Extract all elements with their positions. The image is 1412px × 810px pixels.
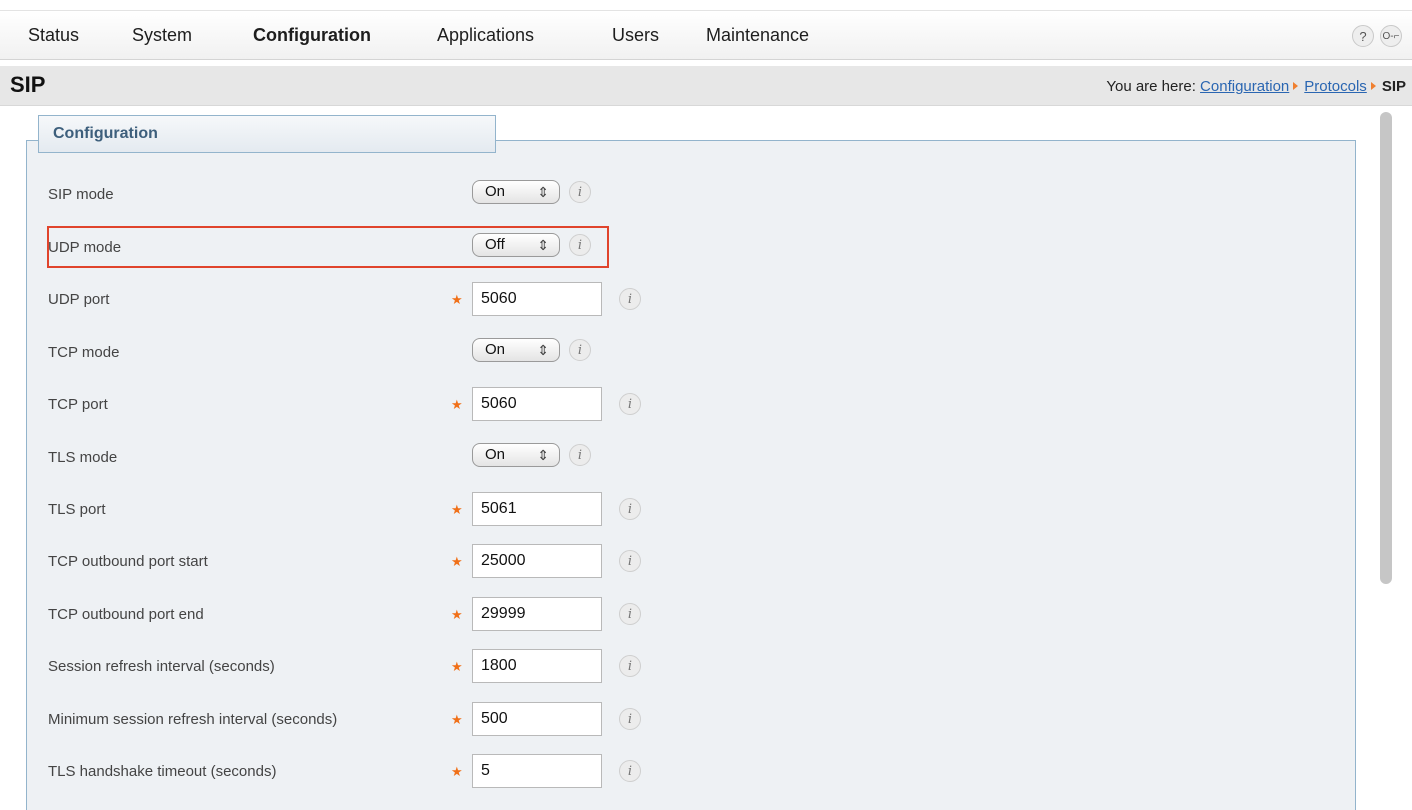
tcp-outbound-port-start-input[interactable]: 25000	[472, 544, 602, 578]
sip-mode-select[interactable]: On ⇕	[472, 180, 560, 204]
tcp-port-label: TCP port	[48, 396, 108, 413]
required-star-icon: ★	[451, 502, 463, 517]
required-star-icon: ★	[451, 397, 463, 412]
udp-mode-select[interactable]: Off ⇕	[472, 233, 560, 257]
title-bar: SIP You are here: Configuration Protocols…	[0, 66, 1412, 106]
tcp-outbound-port-start-label: TCP outbound port start	[48, 553, 208, 570]
info-icon[interactable]: i	[619, 288, 641, 310]
info-icon[interactable]: i	[619, 760, 641, 782]
info-icon[interactable]: i	[619, 655, 641, 677]
tcp-mode-select[interactable]: On ⇕	[472, 338, 560, 362]
info-icon[interactable]: i	[619, 708, 641, 730]
breadcrumb-link-configuration[interactable]: Configuration	[1200, 78, 1289, 95]
udp-mode-value: Off	[485, 236, 505, 253]
help-icon[interactable]: ?	[1352, 25, 1374, 47]
tcp-mode-label: TCP mode	[48, 344, 120, 361]
vertical-scrollbar[interactable]	[1380, 108, 1396, 810]
breadcrumb-prefix: You are here:	[1106, 78, 1196, 95]
required-star-icon: ★	[451, 292, 463, 307]
udp-port-label: UDP port	[48, 291, 110, 308]
required-star-icon: ★	[451, 712, 463, 727]
panel-header: Configuration	[38, 115, 496, 153]
breadcrumb-link-protocols[interactable]: Protocols	[1304, 78, 1367, 95]
page-title: SIP	[10, 72, 46, 97]
select-arrows-icon: ⇕	[537, 342, 549, 358]
nav-item-maintenance[interactable]: Maintenance	[706, 25, 809, 46]
tls-mode-select[interactable]: On ⇕	[472, 443, 560, 467]
info-icon[interactable]: i	[619, 393, 641, 415]
tls-handshake-timeout-label: TLS handshake timeout (seconds)	[48, 763, 277, 780]
udp-mode-label: UDP mode	[48, 239, 122, 256]
breadcrumb-arrow-icon	[1370, 82, 1376, 90]
tcp-outbound-port-end-label: TCP outbound port end	[48, 606, 204, 623]
info-icon[interactable]: i	[569, 339, 591, 361]
breadcrumb-arrow-icon	[1293, 82, 1299, 90]
breadcrumb-current: SIP	[1381, 78, 1406, 95]
tls-port-label: TLS port	[48, 501, 106, 518]
tls-handshake-timeout-input[interactable]: 5	[472, 754, 602, 788]
breadcrumb: You are here: Configuration Protocols SIP	[1106, 78, 1406, 95]
info-icon[interactable]: i	[569, 234, 591, 256]
required-star-icon: ★	[451, 659, 463, 674]
nav-item-status[interactable]: Status	[28, 25, 79, 46]
session-refresh-interval-input[interactable]: 1800	[472, 649, 602, 683]
nav-item-applications[interactable]: Applications	[437, 25, 534, 46]
info-icon[interactable]: i	[569, 444, 591, 466]
nav-item-system[interactable]: System	[132, 25, 192, 46]
required-star-icon: ★	[451, 554, 463, 569]
info-icon[interactable]: i	[619, 550, 641, 572]
required-star-icon: ★	[451, 764, 463, 779]
session-refresh-interval-label: Session refresh interval (seconds)	[48, 658, 275, 675]
logout-key-icon[interactable]: O-⌐	[1380, 25, 1402, 47]
nav-item-users[interactable]: Users	[612, 25, 659, 46]
top-nav-bar: Status System Configuration Applications…	[0, 10, 1412, 60]
tls-mode-value: On	[485, 446, 506, 463]
udp-port-input[interactable]: 5060	[472, 282, 602, 316]
select-arrows-icon: ⇕	[537, 237, 549, 253]
tcp-outbound-port-end-input[interactable]: 29999	[472, 597, 602, 631]
select-arrows-icon: ⇕	[537, 184, 549, 200]
tls-mode-label: TLS mode	[48, 449, 118, 466]
tcp-port-input[interactable]: 5060	[472, 387, 602, 421]
required-star-icon: ★	[451, 607, 463, 622]
panel-title: Configuration	[53, 125, 158, 142]
min-session-refresh-interval-input[interactable]: 500	[472, 702, 602, 736]
info-icon[interactable]: i	[619, 603, 641, 625]
tcp-mode-value: On	[485, 341, 506, 358]
scrollbar-thumb[interactable]	[1380, 112, 1392, 584]
sip-mode-value: On	[485, 183, 506, 200]
info-icon[interactable]: i	[569, 181, 591, 203]
min-session-refresh-interval-label: Minimum session refresh interval (second…	[48, 711, 338, 728]
sip-mode-label: SIP mode	[48, 186, 114, 203]
tls-port-input[interactable]: 5061	[472, 492, 602, 526]
select-arrows-icon: ⇕	[537, 447, 549, 463]
info-icon[interactable]: i	[619, 498, 641, 520]
nav-item-configuration[interactable]: Configuration	[253, 25, 371, 46]
